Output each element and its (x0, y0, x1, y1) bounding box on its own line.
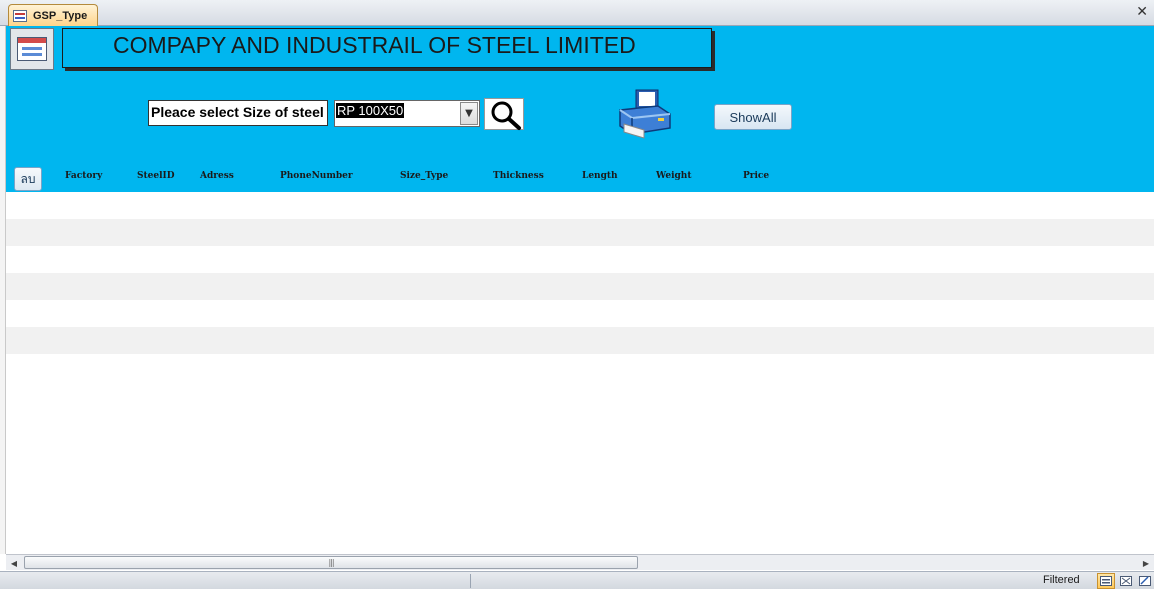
column-header-price[interactable]: Price (743, 171, 769, 181)
column-header-factory[interactable]: Factory (65, 171, 102, 181)
page-title: COMPAPY AND INDUSTRAIL OF STEEL LIMITED (113, 32, 636, 58)
status-divider (470, 574, 471, 588)
filter-status: Filtered (1043, 574, 1080, 586)
form-view-button[interactable] (1097, 573, 1115, 589)
form-logo (10, 28, 54, 70)
table-row[interactable] (6, 246, 1154, 273)
close-icon[interactable]: ✕ (1136, 4, 1148, 20)
title-box: COMPAPY AND INDUSTRAIL OF STEEL LIMITED (62, 28, 712, 68)
chevron-down-icon[interactable]: ▼ (460, 102, 478, 125)
size-select-label: Pleace select Size of steel (148, 100, 328, 126)
table-row[interactable] (6, 273, 1154, 300)
layout-view-button[interactable] (1117, 573, 1135, 589)
table-row[interactable] (6, 219, 1154, 246)
table-row[interactable] (6, 300, 1154, 327)
show-all-button[interactable]: ShowAll (714, 104, 792, 130)
table-row[interactable] (6, 192, 1154, 219)
scrollbar-thumb[interactable]: ||| (24, 556, 638, 569)
form-icon (13, 9, 27, 22)
app-window: GSP_Type ✕ COMPAPY AND INDUSTRAIL OF STE… (0, 0, 1154, 589)
print-button[interactable] (614, 86, 674, 140)
column-header-size-type[interactable]: Size_Type (400, 171, 448, 181)
document-tab-strip: GSP_Type ✕ (0, 0, 1154, 26)
column-header-length[interactable]: Length (582, 171, 618, 181)
printer-icon (619, 89, 671, 139)
design-view-button[interactable] (1136, 573, 1154, 589)
scroll-right-icon[interactable]: ▶ (1138, 556, 1154, 570)
column-header-steelid[interactable]: SteelID (137, 171, 175, 181)
search-button[interactable] (484, 98, 524, 130)
column-header-thickness[interactable]: Thickness (493, 171, 544, 181)
design-view-icon (1139, 576, 1151, 586)
form-icon (17, 37, 47, 61)
column-header-phonenumber[interactable]: PhoneNumber (280, 171, 353, 181)
tab-gsp-type[interactable]: GSP_Type (8, 4, 98, 26)
status-bar: Filtered (0, 571, 1154, 589)
size-combo-box[interactable]: RP 100X50 ▼ (334, 100, 480, 127)
scroll-left-icon[interactable]: ◀ (6, 556, 22, 570)
column-header-adress[interactable]: Adress (200, 171, 234, 181)
table-row[interactable] (6, 327, 1154, 354)
datasheet-body[interactable] (6, 192, 1154, 354)
form-header: COMPAPY AND INDUSTRAIL OF STEEL LIMITED … (6, 26, 1154, 192)
column-header-weight[interactable]: Weight (656, 171, 692, 181)
horizontal-scrollbar[interactable]: ◀ ||| ▶ (6, 554, 1154, 570)
delete-button[interactable]: ลบ (14, 167, 42, 191)
tab-label: GSP_Type (33, 9, 88, 22)
size-combo-value[interactable]: RP 100X50 (336, 103, 405, 118)
form-view-icon (1100, 576, 1112, 586)
layout-view-icon (1120, 576, 1132, 586)
search-icon (491, 101, 521, 130)
